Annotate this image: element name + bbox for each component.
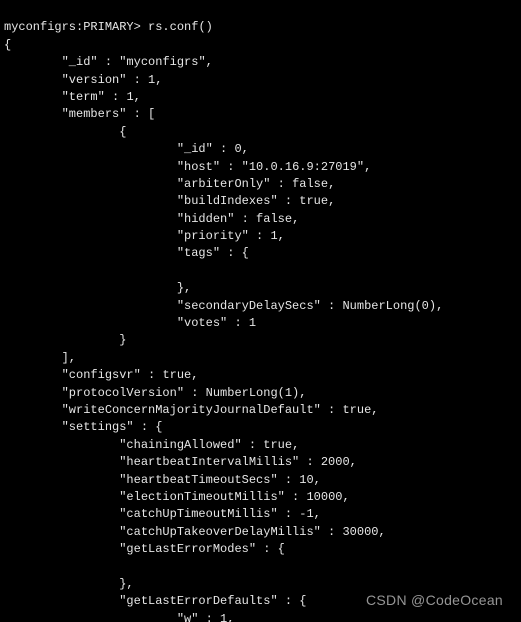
terminal-output[interactable]: myconfigrs:PRIMARY> rs.conf() { "_id" : … [0, 0, 521, 622]
json-open: { [4, 38, 11, 52]
prompt-line: myconfigrs:PRIMARY> rs.conf() [4, 20, 213, 34]
